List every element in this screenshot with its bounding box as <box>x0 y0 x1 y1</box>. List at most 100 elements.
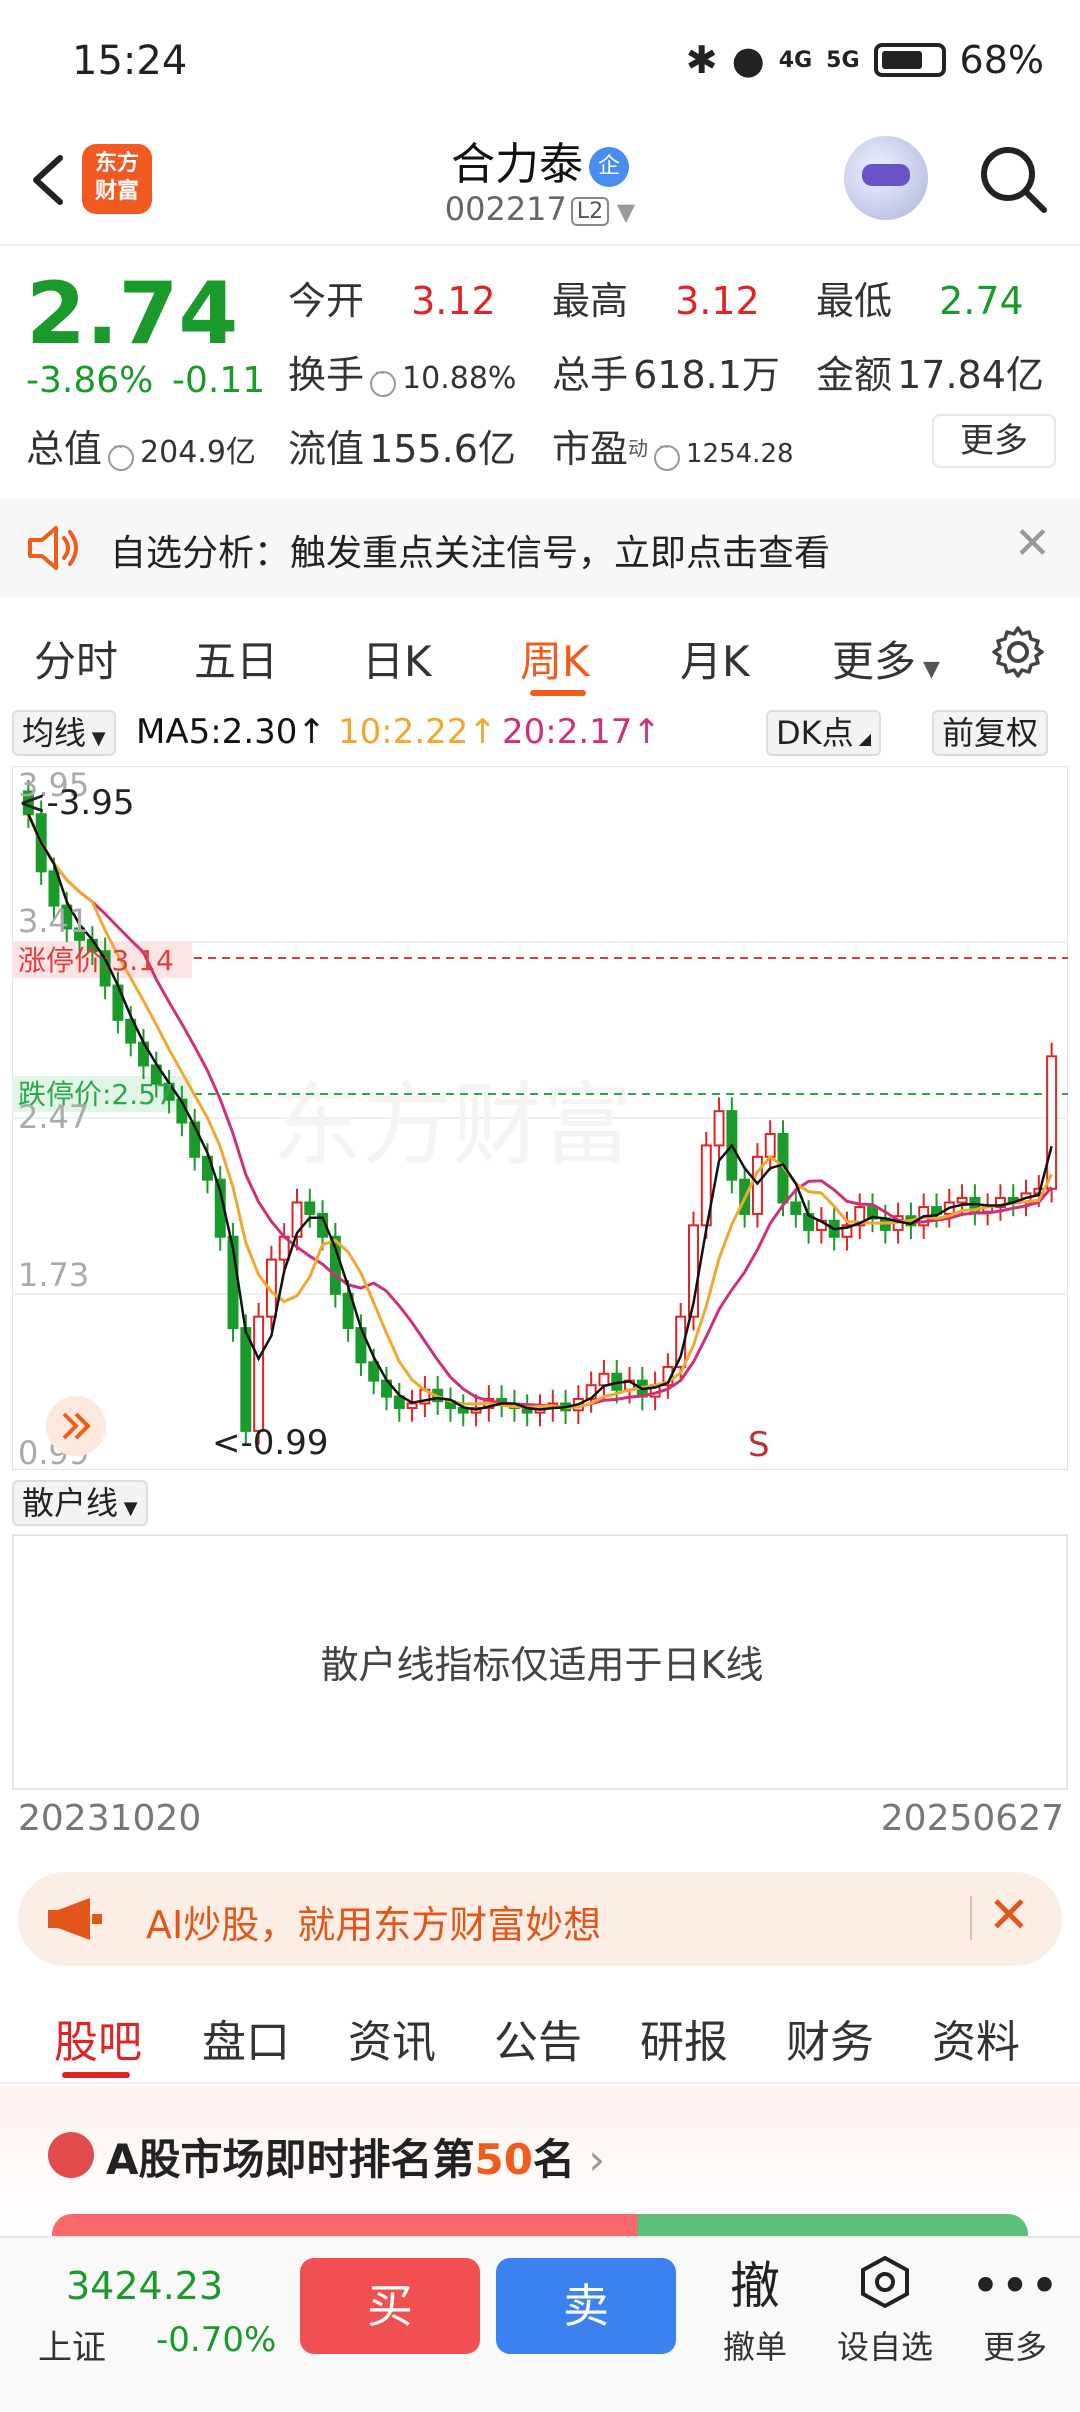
watermark: 东方财富 <box>272 1076 632 1176</box>
volume-field: 总手 618.1万 <box>552 344 780 399</box>
candle-body <box>764 1132 776 1158</box>
add-watchlist-button[interactable]: 设自选 <box>830 2254 940 2368</box>
tab-intraday[interactable]: 分时 <box>34 628 118 689</box>
sell-button[interactable]: 卖 <box>496 2258 676 2354</box>
status-bar: 15:24 ✱ ● 4G 5G 68% <box>0 0 1080 120</box>
float-value: 155.6亿 <box>369 427 516 471</box>
change-amount: -0.11 <box>172 360 266 401</box>
sub-indicator-label: 散户线 <box>22 1484 119 1522</box>
stock-code: 002217 <box>444 190 567 228</box>
buy-button[interactable]: 买 <box>300 2258 480 2354</box>
end-date: 20250627 <box>880 1798 1064 1839</box>
start-date: 20231020 <box>18 1798 202 1839</box>
high-label: 最高 <box>552 279 629 323</box>
ai-robot-icon[interactable] <box>844 136 928 220</box>
low-value: 2.74 <box>939 279 1024 323</box>
expand-icon[interactable] <box>46 1396 106 1456</box>
ai-promo-banner[interactable]: AI炒股，就用东方财富妙想 ✕ <box>18 1872 1062 1966</box>
search-icon[interactable] <box>978 144 1048 214</box>
ranking-prefix: A股市场即时排名第 <box>106 2135 475 2184</box>
tab-profile[interactable]: 资料 <box>932 2006 1020 2070</box>
adjust-button[interactable]: 前复权 <box>932 710 1049 756</box>
ranking-suffix: 名 <box>532 2135 575 2184</box>
divider <box>970 1896 972 1940</box>
tab-more[interactable]: 更多 ▼ <box>832 628 940 689</box>
y-tick-low: 1.73 <box>18 1256 89 1294</box>
high-value: 3.12 <box>675 279 760 323</box>
sub-indicator-panel: 散户线指标仅适用于日K线 <box>12 1534 1068 1790</box>
cancel-order-button[interactable]: 撤 撤单 <box>700 2254 810 2368</box>
sub-indicator-select[interactable]: 散户线 ▼ <box>12 1480 148 1526</box>
amount-label: 金额 <box>816 353 893 397</box>
more-actions-button[interactable]: ••• 更多 <box>960 2254 1070 2368</box>
gear-icon[interactable] <box>990 624 1046 680</box>
ranking-text: A股市场即时排名第50名 › <box>106 2126 605 2187</box>
caret-down-icon: ▼ <box>118 1498 138 1519</box>
last-price: 2.74 <box>26 264 239 364</box>
chart-toolbar: 均线 ▼ MA5:2.30↑ 10:2.22↑ 20:2.17↑ DK点 ◢ 前… <box>0 704 1080 764</box>
info-icon[interactable] <box>370 363 397 397</box>
sub-indicator-message: 散户线指标仅适用于日K线 <box>320 1643 764 1687</box>
megaphone-icon <box>48 1898 102 1940</box>
candle-body <box>1046 1055 1058 1190</box>
index-name[interactable]: 上证 <box>38 2320 106 2369</box>
turnover-field: 换手 10.88% <box>288 344 516 399</box>
caret-down-icon: ▼ <box>916 657 940 682</box>
active-tab-indicator <box>62 2072 130 2078</box>
more-dots-icon: ••• <box>970 2257 1060 2315</box>
low-label: 最低 <box>816 279 893 323</box>
limit-up-label: 涨停价:3.14 <box>18 944 174 977</box>
mktcap-value: 204.9亿 <box>140 435 256 470</box>
turnover-value: 10.88% <box>402 361 517 396</box>
ma5-readout: MA5:2.30↑ <box>136 712 326 752</box>
info-icon[interactable] <box>108 437 135 471</box>
ranking-icon <box>48 2132 94 2178</box>
close-icon[interactable]: ✕ <box>1014 518 1051 569</box>
tab-weekly-k[interactable]: 周K <box>520 628 590 689</box>
tab-five-day[interactable]: 五日 <box>194 628 278 689</box>
stock-name: 合力泰 <box>451 139 583 190</box>
candle-body <box>598 1372 610 1387</box>
signal-5g-icon: 5G <box>826 47 860 73</box>
kline-chart[interactable]: 东方财富 3.95 <-3.95 3.41 涨停价:3.14 跌停价:2.57 … <box>12 766 1068 1470</box>
tab-more-label: 更多 <box>832 637 917 686</box>
tab-research[interactable]: 研报 <box>640 2006 728 2070</box>
index-value[interactable]: 3424.23 <box>66 2264 223 2308</box>
active-tab-indicator <box>530 690 586 696</box>
mktcap-field: 总值 204.9亿 <box>26 418 256 473</box>
ranking-number: 50 <box>474 2135 533 2184</box>
battery-percent: 68% <box>959 38 1044 82</box>
tab-announcements[interactable]: 公告 <box>494 2006 582 2070</box>
more-actions-label: 更多 <box>982 2328 1047 2366</box>
tab-monthly-k[interactable]: 月K <box>680 628 750 689</box>
float-field: 流值 155.6亿 <box>288 418 516 473</box>
tab-finance[interactable]: 财务 <box>786 2006 874 2070</box>
close-icon[interactable]: ✕ <box>988 1886 1030 1944</box>
dk-point-button[interactable]: DK点 ◢ <box>766 710 882 756</box>
indicator-select[interactable]: 均线 ▼ <box>12 710 116 756</box>
volume-value: 618.1万 <box>633 353 780 397</box>
bottom-action-bar: 3424.23 上证 -0.70% 买 卖 撤 撤单 设自选 ••• 更多 <box>0 2236 1080 2412</box>
ma20-readout: 20:2.17↑ <box>502 712 661 752</box>
chevron-right-icon: › <box>574 2135 606 2184</box>
watchlist-alert-bar[interactable]: 自选分析：触发重点关注信号，立即点击查看 ✕ <box>0 498 1080 598</box>
turnover-label: 换手 <box>288 353 365 397</box>
candle-body <box>304 1201 316 1215</box>
max-price-label: <-3.95 <box>18 783 134 823</box>
tab-pankou[interactable]: 盘口 <box>202 2006 290 2070</box>
candle-body <box>713 1110 725 1147</box>
info-icon[interactable] <box>654 437 681 471</box>
mktcap-label: 总值 <box>26 427 103 471</box>
tab-daily-k[interactable]: 日K <box>362 628 432 689</box>
period-tabs: 分时 五日 日K 周K 月K 更多 ▼ <box>0 598 1080 702</box>
open-label: 今开 <box>288 279 365 323</box>
index-change[interactable]: -0.70% <box>156 2320 276 2360</box>
tab-news[interactable]: 资讯 <box>348 2006 436 2070</box>
tab-guba[interactable]: 股吧 <box>54 2006 142 2070</box>
cancel-order-label: 撤单 <box>722 2328 787 2366</box>
low-field: 最低 2.74 <box>816 270 1024 325</box>
pe-field: 市盈动 1254.28 <box>552 418 794 473</box>
market-ranking[interactable]: A股市场即时排名第50名 › <box>0 2086 1080 2254</box>
more-fields-button[interactable]: 更多 <box>932 414 1056 468</box>
quote-panel: 2.74 -3.86% -0.11 今开 3.12 最高 3.12 最低 2.7… <box>0 248 1080 496</box>
